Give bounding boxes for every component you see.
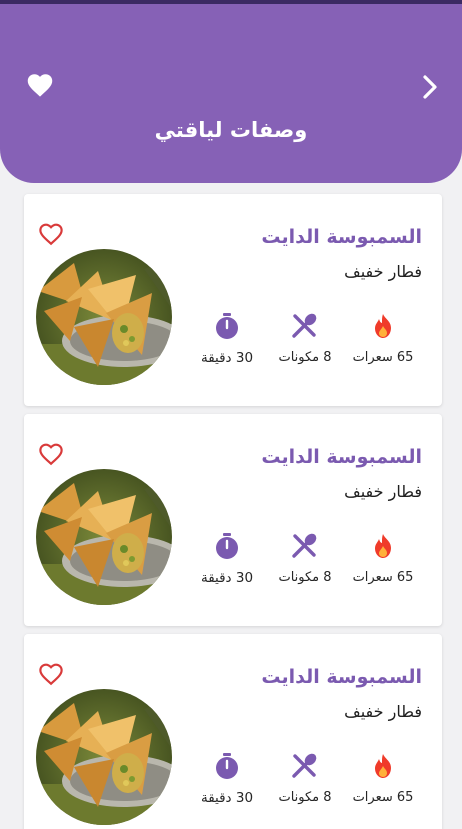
- time-label: 30 دقيقة: [200, 350, 254, 366]
- calories-label: 65 سعرات: [352, 570, 414, 585]
- recipe-category: فطار خفيف: [344, 702, 422, 721]
- chevron-right-icon: [423, 75, 437, 99]
- ingredients-label: 8 مكونات: [278, 790, 332, 805]
- recipe-photo: [36, 689, 172, 825]
- heart-icon: [27, 74, 53, 97]
- calories-stat: 65 سعرات: [344, 532, 422, 585]
- app-header: وصفات لياقتي: [0, 4, 462, 183]
- favorite-toggle-button[interactable]: [38, 442, 64, 466]
- time-stat: 30 دقيقة: [188, 752, 266, 806]
- favorite-toggle-button[interactable]: [38, 222, 64, 246]
- recipe-card[interactable]: السمبوسة الدايت فطار خفيف 65 سعرات 8 مكو…: [24, 634, 442, 829]
- ingredients-label: 8 مكونات: [278, 570, 332, 585]
- stopwatch-icon: [216, 313, 238, 339]
- time-stat: 30 دقيقة: [188, 532, 266, 586]
- utensils-icon: [292, 533, 317, 558]
- calories-label: 65 سعرات: [352, 350, 414, 365]
- utensils-icon: [292, 753, 317, 778]
- recipe-list[interactable]: السمبوسة الدايت فطار خفيف 65 سعرات 8 مكو…: [24, 194, 442, 829]
- heart-outline-icon: [39, 223, 63, 246]
- time-label: 30 دقيقة: [200, 790, 254, 806]
- utensils-icon: [292, 313, 317, 338]
- recipe-stats: 65 سعرات 8 مكونات 30 دقيقة: [190, 532, 422, 592]
- recipe-photo: [36, 469, 172, 605]
- stopwatch-icon: [216, 753, 238, 779]
- calories-stat: 65 سعرات: [344, 312, 422, 365]
- page-title: وصفات لياقتي: [154, 118, 308, 142]
- time-label: 30 دقيقة: [200, 570, 254, 586]
- recipe-stats: 65 سعرات 8 مكونات 30 دقيقة: [190, 752, 422, 812]
- favorite-toggle-button[interactable]: [38, 662, 64, 686]
- recipe-card[interactable]: السمبوسة الدايت فطار خفيف 65 سعرات 8 مكو…: [24, 194, 442, 406]
- recipe-category: فطار خفيف: [344, 262, 422, 281]
- recipe-category: فطار خفيف: [344, 482, 422, 501]
- favorites-button[interactable]: [26, 72, 54, 100]
- calories-label: 65 سعرات: [352, 790, 414, 805]
- fire-icon: [375, 534, 391, 558]
- recipe-name: السمبوسة الدايت: [261, 446, 422, 468]
- ingredients-label: 8 مكونات: [278, 350, 332, 365]
- recipe-card[interactable]: السمبوسة الدايت فطار خفيف 65 سعرات 8 مكو…: [24, 414, 442, 626]
- heart-outline-icon: [39, 443, 63, 466]
- fire-icon: [375, 754, 391, 778]
- recipe-name: السمبوسة الدايت: [261, 666, 422, 688]
- back-button[interactable]: [418, 72, 442, 102]
- calories-stat: 65 سعرات: [344, 752, 422, 805]
- time-stat: 30 دقيقة: [188, 312, 266, 366]
- recipe-stats: 65 سعرات 8 مكونات 30 دقيقة: [190, 312, 422, 372]
- recipe-name: السمبوسة الدايت: [261, 226, 422, 248]
- fire-icon: [375, 314, 391, 338]
- stopwatch-icon: [216, 533, 238, 559]
- ingredients-stat: 8 مكونات: [266, 312, 344, 365]
- ingredients-stat: 8 مكونات: [266, 752, 344, 805]
- recipe-photo: [36, 249, 172, 385]
- ingredients-stat: 8 مكونات: [266, 532, 344, 585]
- heart-outline-icon: [39, 663, 63, 686]
